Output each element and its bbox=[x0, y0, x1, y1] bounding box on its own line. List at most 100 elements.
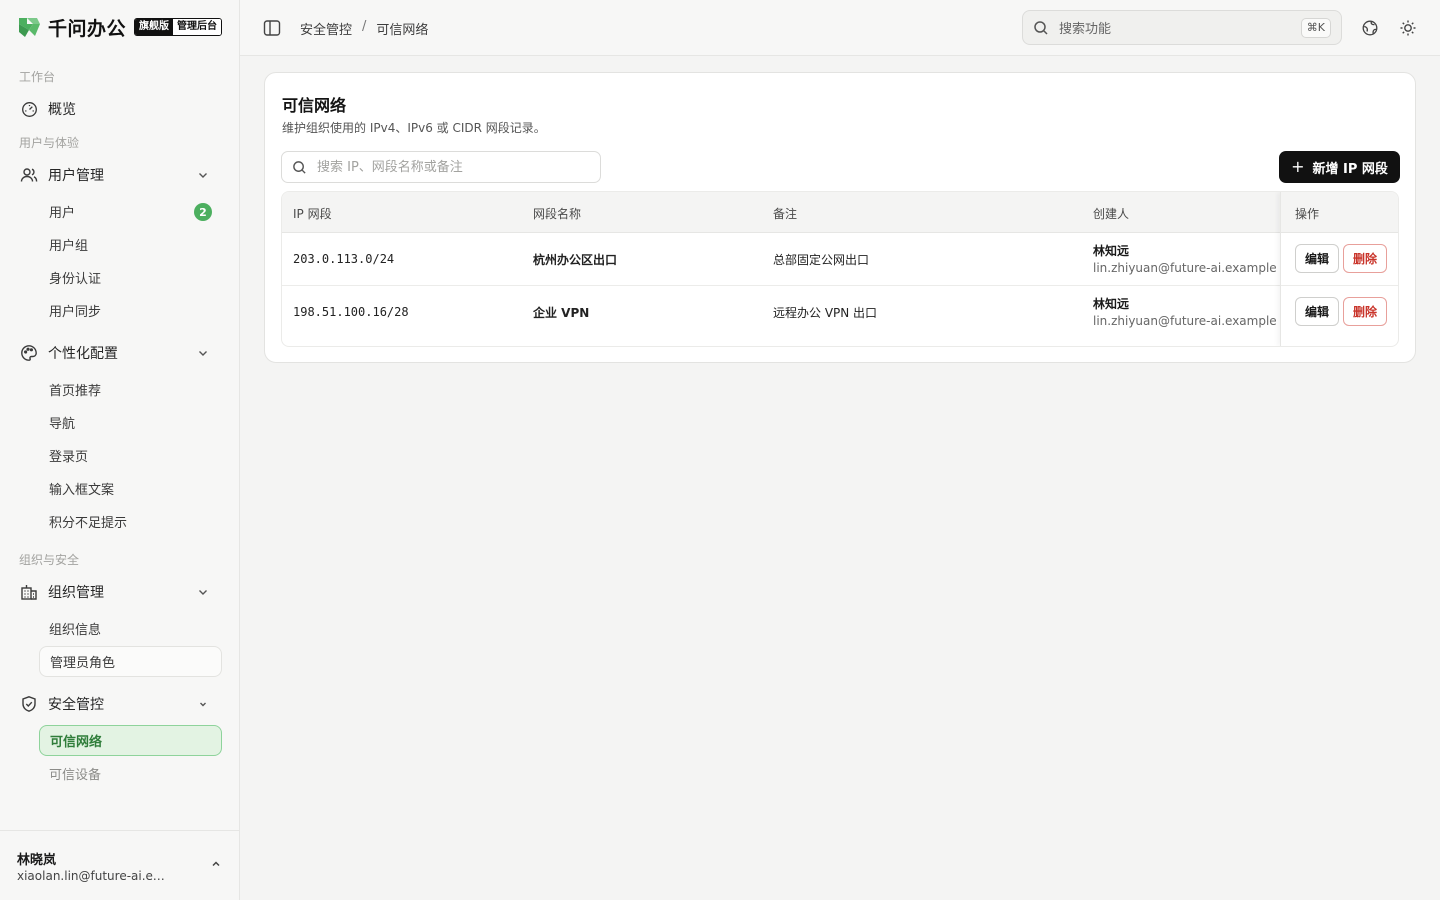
chevron-down-icon bbox=[199, 351, 207, 356]
sidebar-group-label: 安全管控 bbox=[48, 697, 104, 713]
chevron-down-icon bbox=[200, 702, 206, 707]
users-icon bbox=[20, 166, 38, 184]
sidebar-item-label: 管理员角色 bbox=[50, 656, 116, 671]
edition-badge-label: 旗舰版 bbox=[135, 19, 174, 35]
sidebar: 千问办公 旗舰版 管理后台 工作台 概览 用户与体验 用户管理 用户 2 用户组 bbox=[0, 0, 240, 900]
sidebar-item-org-info[interactable]: 组织信息 bbox=[39, 613, 222, 644]
table-search[interactable] bbox=[281, 151, 601, 183]
ip-range-cell: 203.0.113.0/24 bbox=[293, 252, 395, 266]
sidebar-item-login-page[interactable]: 登录页 bbox=[39, 440, 222, 471]
chevron-down-icon bbox=[199, 590, 207, 595]
sidebar-item-home-recommend[interactable]: 首页推荐 bbox=[39, 374, 222, 405]
page-title: 可信网络 bbox=[282, 96, 347, 115]
search-icon bbox=[293, 160, 306, 174]
search-shortcut: ⌘K bbox=[1300, 18, 1331, 38]
add-ip-range-button[interactable]: + 新增 IP 网段 bbox=[1279, 151, 1400, 183]
sidebar-item-label: 身份认证 bbox=[49, 272, 102, 287]
page-subtitle: 维护组织使用的 IPv4、IPv6 或 CIDR 网段记录。 bbox=[282, 121, 546, 135]
breadcrumb-item-current: 可信网络 bbox=[376, 23, 429, 38]
note-cell: 总部固定公网出口 bbox=[773, 253, 870, 267]
dashboard-gauge-icon bbox=[20, 100, 38, 118]
range-name-cell: 杭州办公区出口 bbox=[533, 253, 618, 267]
sidebar-item-label: 组织信息 bbox=[49, 623, 102, 638]
sidebar-item-input-copy[interactable]: 输入框文案 bbox=[39, 473, 222, 504]
trusted-network-table: IP 网段 网段名称 备注 创建人 操作 203.0.113.0/24 杭州办公… bbox=[281, 191, 1399, 347]
global-search-placeholder: 搜索功能 bbox=[1059, 22, 1112, 37]
sidebar-item-label: 用户组 bbox=[49, 239, 89, 254]
chevron-up-icon[interactable] bbox=[209, 857, 223, 871]
table-header: IP 网段 网段名称 备注 创建人 操作 bbox=[282, 192, 1398, 233]
top-bar: 安全管控 / 可信网络 搜索功能 ⌘K bbox=[240, 0, 1440, 56]
actions-column-divider bbox=[1280, 192, 1398, 346]
sidebar-item-label: 导航 bbox=[49, 417, 76, 432]
network-search-input[interactable] bbox=[317, 156, 587, 178]
building-icon bbox=[20, 583, 38, 601]
breadcrumb: 安全管控 / 可信网络 bbox=[300, 19, 428, 38]
column-header-name: 网段名称 bbox=[533, 207, 582, 221]
sidebar-group-personalization[interactable]: 个性化配置 bbox=[14, 337, 222, 369]
creator-email: lin.zhiyuan@future-ai.example bbox=[1093, 314, 1277, 328]
sidebar-item-credit-warning[interactable]: 积分不足提示 bbox=[39, 506, 222, 537]
sidebar-item-users[interactable]: 用户 2 bbox=[39, 196, 222, 227]
sidebar-item-trusted-network[interactable]: 可信网络 bbox=[39, 725, 222, 756]
sidebar-item-label: 首页推荐 bbox=[49, 384, 102, 399]
user-email: xiaolan.lin@future-ai.example bbox=[17, 869, 167, 883]
section-label-workspace: 工作台 bbox=[19, 70, 56, 84]
column-header-creator: 创建人 bbox=[1093, 207, 1130, 221]
sidebar-item-user-groups[interactable]: 用户组 bbox=[39, 229, 222, 260]
sidebar-item-label: 用户 bbox=[49, 206, 76, 221]
sidebar-group-label: 个性化配置 bbox=[48, 346, 118, 362]
theme-sun-icon[interactable] bbox=[1399, 19, 1417, 37]
chevron-down-icon bbox=[199, 173, 207, 178]
trusted-network-card: 可信网络 维护组织使用的 IPv4、IPv6 或 CIDR 网段记录。 + 新增… bbox=[264, 72, 1416, 363]
column-header-ip: IP 网段 bbox=[293, 207, 332, 221]
sidebar-group-security[interactable]: 安全管控 bbox=[14, 688, 222, 720]
user-profile-footer[interactable]: 林晓岚 xiaolan.lin@future-ai.example bbox=[0, 830, 239, 900]
sidebar-toggle-icon[interactable] bbox=[262, 18, 282, 38]
sidebar-item-trusted-devices[interactable]: 可信设备 bbox=[39, 758, 222, 789]
sidebar-item-admin-roles[interactable]: 管理员角色 bbox=[39, 646, 222, 677]
table-row: 198.51.100.16/28 企业 VPN 远程办公 VPN 出口 林知远 … bbox=[282, 286, 1398, 339]
global-search[interactable]: 搜索功能 ⌘K bbox=[1022, 10, 1342, 45]
sidebar-item-identity-auth[interactable]: 身份认证 bbox=[39, 262, 222, 293]
sidebar-item-label: 登录页 bbox=[49, 450, 89, 465]
ip-range-cell: 198.51.100.16/28 bbox=[293, 305, 409, 319]
sidebar-group-label: 用户管理 bbox=[48, 168, 104, 184]
sidebar-group-label: 组织管理 bbox=[48, 585, 104, 601]
creator-email: lin.zhiyuan@future-ai.example bbox=[1093, 261, 1277, 275]
section-label-user-experience: 用户与体验 bbox=[19, 136, 80, 150]
sidebar-item-user-sync[interactable]: 用户同步 bbox=[39, 295, 222, 326]
shield-icon bbox=[20, 695, 38, 713]
section-label-org-security: 组织与安全 bbox=[19, 553, 80, 567]
add-ip-range-label: 新增 IP 网段 bbox=[1312, 161, 1388, 177]
edition-badge: 旗舰版 管理后台 bbox=[134, 18, 223, 36]
sidebar-item-label: 输入框文案 bbox=[49, 483, 115, 498]
plus-icon: + bbox=[1291, 157, 1305, 176]
brand[interactable]: 千问办公 旗舰版 管理后台 bbox=[16, 13, 223, 41]
brand-name: 千问办公 bbox=[48, 17, 127, 40]
table-row: 203.0.113.0/24 杭州办公区出口 总部固定公网出口 林知远 lin.… bbox=[282, 233, 1398, 286]
sidebar-item-navigation[interactable]: 导航 bbox=[39, 407, 222, 438]
range-name-cell: 企业 VPN bbox=[533, 306, 590, 320]
sidebar-item-label: 概览 bbox=[48, 102, 76, 118]
sidebar-group-user-management[interactable]: 用户管理 bbox=[14, 159, 222, 191]
breadcrumb-item-security[interactable]: 安全管控 bbox=[300, 19, 352, 38]
sidebar-item-label: 积分不足提示 bbox=[49, 516, 128, 531]
brand-logo-icon bbox=[19, 18, 40, 37]
user-name: 林晓岚 bbox=[17, 853, 57, 868]
console-badge-label: 管理后台 bbox=[173, 19, 222, 35]
user-count-badge: 2 bbox=[194, 203, 212, 221]
sidebar-item-overview[interactable]: 概览 bbox=[14, 93, 222, 125]
creator-name: 林知远 bbox=[1093, 244, 1130, 258]
column-header-note: 备注 bbox=[773, 207, 798, 221]
search-icon bbox=[1034, 20, 1048, 35]
note-cell: 远程办公 VPN 出口 bbox=[773, 306, 878, 320]
creator-name: 林知远 bbox=[1093, 297, 1130, 311]
sidebar-item-label: 用户同步 bbox=[49, 305, 102, 320]
palette-icon bbox=[20, 344, 38, 362]
sidebar-group-org-management[interactable]: 组织管理 bbox=[14, 576, 222, 608]
breadcrumb-separator: / bbox=[362, 19, 367, 34]
language-globe-icon[interactable] bbox=[1361, 19, 1379, 37]
sidebar-item-label: 可信设备 bbox=[49, 768, 102, 783]
sidebar-item-label: 可信网络 bbox=[50, 735, 103, 750]
